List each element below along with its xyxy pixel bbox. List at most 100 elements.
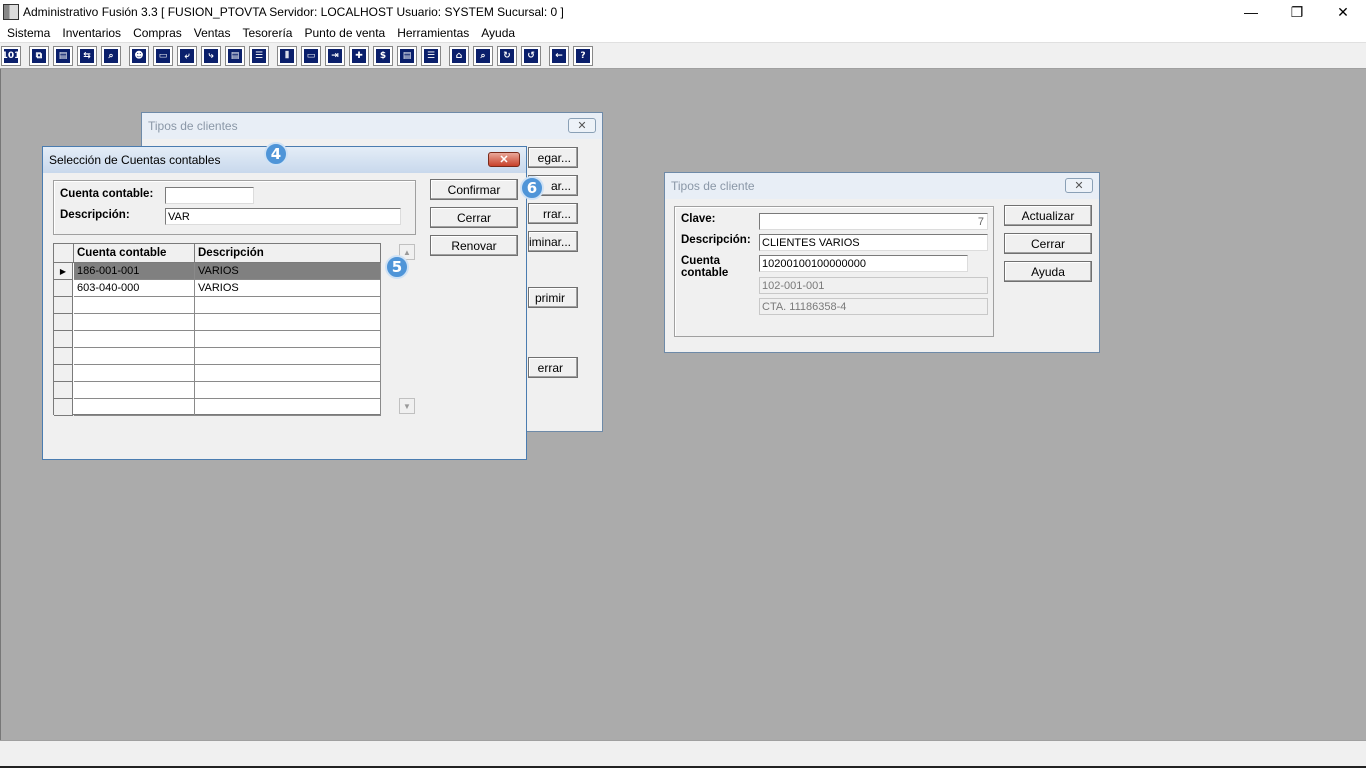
toolbar-button-back[interactable]: ← xyxy=(549,45,569,66)
borrar-button[interactable]: rrar... xyxy=(528,203,578,224)
cerrar-button-bg[interactable]: errar xyxy=(528,357,578,378)
agregar-button[interactable]: egar... xyxy=(528,147,578,168)
menu-sistema[interactable]: Sistema xyxy=(2,25,55,42)
menu-ventas[interactable]: Ventas xyxy=(189,25,236,42)
toolbar-button-zoom[interactable]: ⌕ xyxy=(473,45,493,66)
tipos-clientes-title: Tipos de clientes xyxy=(148,119,238,133)
cerrar-button[interactable]: Cerrar xyxy=(430,207,518,228)
cell-empty[interactable] xyxy=(195,348,381,365)
cerrar-detail-button[interactable]: Cerrar xyxy=(1004,233,1092,254)
toolbar-button-move[interactable]: ⇥ xyxy=(325,45,345,66)
seleccion-cuentas-close-button[interactable]: ✕ xyxy=(488,152,520,167)
menu-tesoreria[interactable]: Tesorería xyxy=(237,25,297,42)
row-indicator[interactable]: ▶ xyxy=(54,263,73,280)
toolbar-button-import[interactable]: ⤶ xyxy=(177,45,197,66)
cell-empty[interactable] xyxy=(195,382,381,399)
cuenta-contable-label: Cuenta contable: xyxy=(60,188,154,200)
toolbar-button-help[interactable]: ? xyxy=(573,45,593,66)
grid-scroll-down-button[interactable]: ▼ xyxy=(399,398,415,414)
tipos-clientes-close-button[interactable]: ✕ xyxy=(568,118,596,133)
menu-bar: Sistema Inventarios Compras Ventas Tesor… xyxy=(0,24,1366,43)
toolbar-button-report[interactable]: ▤ xyxy=(397,45,417,66)
toolbar-button-box[interactable]: ▭ xyxy=(301,45,321,66)
row-indicator[interactable] xyxy=(54,348,73,365)
cell-empty[interactable] xyxy=(195,297,381,314)
clipboard-icon: ▤ xyxy=(56,48,70,63)
toolbar-button-transfer[interactable]: ⇆ xyxy=(77,45,97,66)
help-icon: ? xyxy=(576,48,590,63)
row-indicator[interactable] xyxy=(54,331,73,348)
row-indicator[interactable] xyxy=(54,280,73,297)
cuenta-contable-filter-input[interactable] xyxy=(165,187,254,204)
row-indicator[interactable] xyxy=(54,382,73,399)
user-icon: ☻ xyxy=(132,48,146,63)
toolbar-button-calculator[interactable]: 101 xyxy=(1,45,21,66)
zoom-icon: ⌕ xyxy=(476,48,490,63)
window-title: Administrativo Fusión 3.3 [ FUSION_PTOVT… xyxy=(23,5,564,19)
cell-empty[interactable] xyxy=(74,399,195,416)
move-icon: ⇥ xyxy=(328,48,342,63)
users-icon: ⫴ xyxy=(280,48,294,63)
cell-empty[interactable] xyxy=(74,365,195,382)
toolbar-button-list[interactable]: ☰ xyxy=(249,45,269,66)
tipo-cliente-titlebar: Tipos de cliente ✕ xyxy=(665,173,1099,199)
toolbar-button-user[interactable]: ☻ xyxy=(129,45,149,66)
imprimir-button[interactable]: primir xyxy=(528,287,578,308)
tipo-cliente-close-button[interactable]: ✕ xyxy=(1065,178,1093,193)
status-bar xyxy=(0,740,1366,768)
cell-descripcion[interactable]: VARIOS xyxy=(195,263,381,280)
minimize-button[interactable]: — xyxy=(1228,0,1274,24)
col-header-descripcion[interactable]: Descripción xyxy=(195,244,381,263)
actualizar-button[interactable]: Actualizar xyxy=(1004,205,1092,226)
toolbar-button-money[interactable]: $ xyxy=(373,45,393,66)
menu-inventarios[interactable]: Inventarios xyxy=(57,25,126,42)
restore-button[interactable]: ❐ xyxy=(1274,0,1320,24)
menu-ayuda[interactable]: Ayuda xyxy=(476,25,520,42)
confirmar-button[interactable]: Confirmar xyxy=(430,179,518,200)
toolbar-button-export[interactable]: ⤷ xyxy=(201,45,221,66)
toolbar-button-undo[interactable]: ↺ xyxy=(521,45,541,66)
toolbar-button-refresh[interactable]: ↻ xyxy=(497,45,517,66)
menu-compras[interactable]: Compras xyxy=(128,25,187,42)
cell-cuenta[interactable]: 186-001-001 xyxy=(74,263,195,280)
cell-empty[interactable] xyxy=(74,314,195,331)
cell-empty[interactable] xyxy=(195,314,381,331)
clave-input[interactable]: 7 xyxy=(759,213,988,230)
menu-punto-de-venta[interactable]: Punto de venta xyxy=(299,25,390,42)
descripcion-filter-input[interactable]: VAR xyxy=(165,208,401,225)
toolbar-button-home[interactable]: ⌂ xyxy=(449,45,469,66)
cell-empty[interactable] xyxy=(74,297,195,314)
ayuda-button[interactable]: Ayuda xyxy=(1004,261,1092,282)
toolbar-button-search[interactable]: ⌕ xyxy=(101,45,121,66)
cell-descripcion[interactable]: VARIOS xyxy=(195,280,381,297)
toolbar-button-copy[interactable]: ⧉ xyxy=(29,45,49,66)
menu-herramientas[interactable]: Herramientas xyxy=(392,25,474,42)
report-icon: ▤ xyxy=(400,48,414,63)
toolbar-button-users[interactable]: ⫴ xyxy=(277,45,297,66)
cell-empty[interactable] xyxy=(74,382,195,399)
cell-cuenta[interactable]: 603-040-000 xyxy=(74,280,195,297)
row-indicator[interactable] xyxy=(54,297,73,314)
toolbar-button-clipboard[interactable]: ▤ xyxy=(53,45,73,66)
col-header-cuenta[interactable]: Cuenta contable xyxy=(74,244,195,263)
search-icon: ⌕ xyxy=(104,48,118,63)
row-indicator[interactable] xyxy=(54,314,73,331)
cell-empty[interactable] xyxy=(74,348,195,365)
money-icon: $ xyxy=(376,48,390,63)
row-indicator[interactable] xyxy=(54,399,73,416)
cell-empty[interactable] xyxy=(195,399,381,416)
cell-empty[interactable] xyxy=(195,331,381,348)
row-indicator[interactable] xyxy=(54,365,73,382)
cuenta-contable-input[interactable]: 10200100100000000 xyxy=(759,255,968,272)
renovar-button[interactable]: Renovar xyxy=(430,235,518,256)
eliminar-button[interactable]: iminar... xyxy=(528,231,578,252)
close-window-button[interactable]: ✕ xyxy=(1320,0,1366,24)
toolbar-button-document[interactable]: ▤ xyxy=(225,45,245,66)
refresh-icon: ↻ xyxy=(500,48,514,63)
cell-empty[interactable] xyxy=(74,331,195,348)
toolbar-button-add[interactable]: ✚ xyxy=(349,45,369,66)
toolbar-button-folder[interactable]: ▭ xyxy=(153,45,173,66)
toolbar-button-catalog[interactable]: ☰ xyxy=(421,45,441,66)
cell-empty[interactable] xyxy=(195,365,381,382)
descripcion-input[interactable]: CLIENTES VARIOS xyxy=(759,234,988,251)
